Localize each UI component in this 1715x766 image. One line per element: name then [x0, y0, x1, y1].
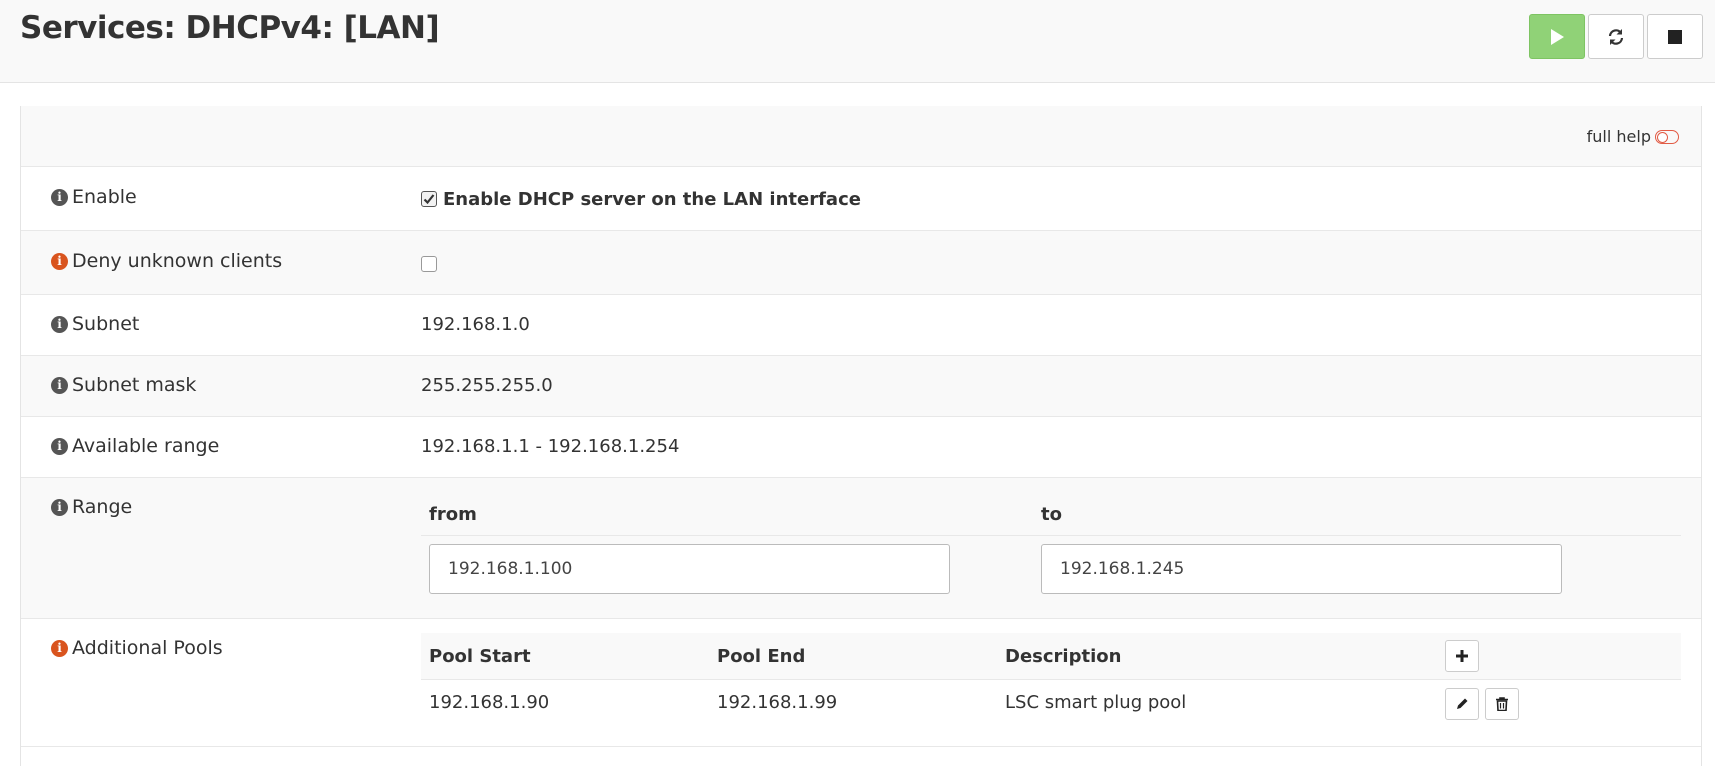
help-row: full help — [21, 106, 1701, 167]
pools-table-header: Pool Start Pool End Description — [421, 633, 1681, 680]
range-label: i Range — [51, 496, 132, 518]
full-help-label: full help — [1586, 127, 1651, 146]
page-header: Services: DHCPv4: [LAN] — [0, 0, 1715, 83]
available-range-value: 192.168.1.1 - 192.168.1.254 — [421, 436, 680, 457]
row-deny-unknown-clients: i Deny unknown clients — [21, 231, 1701, 295]
deny-unknown-checkbox[interactable] — [421, 256, 437, 272]
enable-checkbox-label[interactable]: Enable DHCP server on the LAN interface — [443, 189, 861, 210]
label-text: Subnet — [72, 313, 140, 335]
range-from-input[interactable] — [429, 544, 950, 594]
label-text: Additional Pools — [72, 637, 223, 659]
pool-start-cell: 192.168.1.90 — [429, 692, 550, 713]
row-enable: i Enable Enable DHCP server on the LAN i… — [21, 167, 1701, 231]
add-pool-button[interactable] — [1445, 640, 1479, 672]
enable-control: Enable DHCP server on the LAN interface — [421, 188, 861, 210]
label-text: Available range — [72, 435, 220, 457]
pool-end-cell: 192.168.1.99 — [717, 692, 838, 713]
label-text: Subnet mask — [72, 374, 197, 396]
stop-icon — [1668, 29, 1682, 44]
enable-label: i Enable — [51, 186, 137, 208]
stop-service-button[interactable] — [1647, 14, 1703, 59]
pools-table: Pool Start Pool End Description 192.168.… — [421, 633, 1681, 728]
subnet-mask-label: i Subnet mask — [51, 374, 196, 396]
row-range: i Range from to — [21, 478, 1701, 619]
pool-end-column-header: Pool End — [717, 646, 806, 667]
pool-start-column-header: Pool Start — [429, 646, 531, 667]
table-row: 192.168.1.90 192.168.1.99 LSC smart plug… — [421, 680, 1681, 728]
delete-pool-button[interactable] — [1485, 688, 1519, 720]
row-subnet: i Subnet 192.168.1.0 — [21, 295, 1701, 356]
info-icon[interactable]: i — [51, 252, 68, 270]
deny-unknown-control — [421, 253, 437, 274]
subnet-mask-value: 255.255.255.0 — [421, 375, 553, 396]
range-table: from to — [421, 492, 1681, 594]
description-column-header: Description — [1005, 646, 1122, 667]
subnet-value: 192.168.1.0 — [421, 314, 530, 335]
info-icon[interactable]: i — [51, 498, 68, 516]
label-text: Deny unknown clients — [72, 250, 283, 272]
info-icon[interactable]: i — [51, 376, 68, 394]
label-text: Range — [72, 496, 133, 518]
range-from-header: from — [429, 504, 477, 525]
range-header: from to — [421, 492, 1681, 536]
info-icon[interactable]: i — [51, 639, 68, 657]
toggle-off-icon — [1655, 129, 1679, 144]
settings-panel: full help i Enable Enable DHCP server on… — [20, 106, 1702, 766]
info-icon[interactable]: i — [51, 188, 68, 206]
restart-service-button[interactable] — [1588, 14, 1644, 59]
additional-pools-label: i Additional Pools — [51, 637, 223, 659]
info-icon[interactable]: i — [51, 437, 68, 455]
row-subnet-mask: i Subnet mask 255.255.255.0 — [21, 356, 1701, 417]
range-to-header: to — [1041, 504, 1062, 525]
edit-pool-button[interactable] — [1445, 688, 1479, 720]
row-available-range: i Available range 192.168.1.1 - 192.168.… — [21, 417, 1701, 478]
trash-icon — [1496, 697, 1508, 711]
plus-icon — [1456, 650, 1468, 662]
full-help-toggle[interactable]: full help — [1587, 127, 1679, 146]
available-range-label: i Available range — [51, 435, 219, 457]
page-title: Services: DHCPv4: [LAN] — [20, 10, 440, 46]
pool-description-cell: LSC smart plug pool — [1005, 692, 1187, 713]
pencil-icon — [1457, 698, 1468, 709]
row-additional-pools: i Additional Pools Pool Start Pool End D… — [21, 619, 1701, 747]
play-icon — [1551, 28, 1564, 45]
service-controls — [1529, 14, 1703, 59]
refresh-icon — [1608, 28, 1624, 45]
enable-checkbox[interactable] — [421, 191, 437, 207]
check-icon — [423, 194, 435, 205]
subnet-label: i Subnet — [51, 313, 139, 335]
label-text: Enable — [72, 186, 137, 208]
deny-unknown-label: i Deny unknown clients — [51, 250, 282, 272]
info-icon[interactable]: i — [51, 315, 68, 333]
range-to-input[interactable] — [1041, 544, 1562, 594]
start-service-button[interactable] — [1529, 14, 1585, 59]
